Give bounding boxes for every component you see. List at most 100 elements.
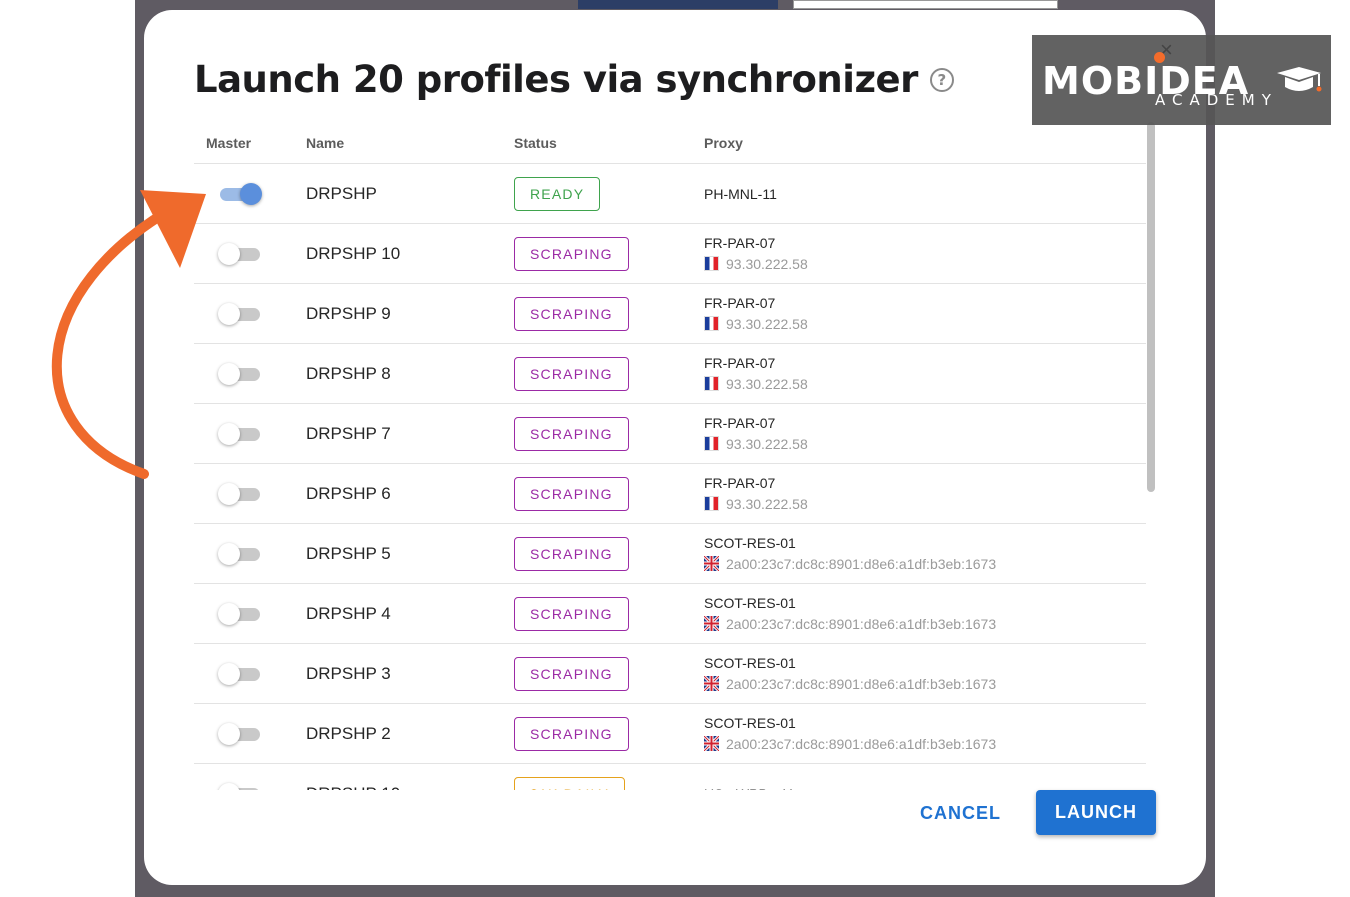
table-row[interactable]: DRPSHP 8 SCRAPING FR-PAR-07 93.30.222.58 bbox=[194, 344, 1146, 404]
proxy-cell: PH-MNL-11 bbox=[704, 185, 1146, 203]
dialog-title: Launch 20 profiles via synchronizer bbox=[194, 58, 918, 101]
status-cell: SCRAPING bbox=[514, 476, 704, 511]
master-cell bbox=[194, 602, 306, 625]
proxy-ip: 2a00:23c7:dc8c:8901:d8e6:a1df:b3eb:1673 bbox=[704, 614, 1146, 634]
status-cell: $1K DAILY bbox=[514, 776, 704, 790]
master-toggle[interactable] bbox=[218, 602, 260, 625]
proxy-name: SCOT-RES-01 bbox=[704, 654, 796, 671]
status-cell: READY bbox=[514, 176, 704, 211]
france-flag-icon bbox=[704, 436, 719, 451]
proxy-name: SCOT-RES-01 bbox=[704, 714, 796, 731]
toggle-knob bbox=[218, 542, 240, 565]
table-body: DRPSHP READY PH-MNL-11 DRPSHP 10 SCRAPIN… bbox=[194, 164, 1146, 790]
launch-dialog: Launch 20 profiles via synchronizer ? Ma… bbox=[144, 10, 1206, 885]
table-header: Master Name Status Proxy bbox=[194, 122, 1146, 164]
status-cell: SCRAPING bbox=[514, 536, 704, 571]
question-circle-icon[interactable]: ? bbox=[929, 67, 954, 92]
france-flag-icon bbox=[704, 316, 719, 331]
status-cell: SCRAPING bbox=[514, 596, 704, 631]
table-row[interactable]: DRPSHP 4 SCRAPING SCOT-RES-01 2a00:23c7:… bbox=[194, 584, 1146, 644]
status-badge: SCRAPING bbox=[514, 236, 629, 271]
profile-name: DRPSHP bbox=[306, 183, 377, 203]
table-row[interactable]: DRPSHP 5 SCRAPING SCOT-RES-01 2a00:23c7:… bbox=[194, 524, 1146, 584]
dialog-actions: CANCEL LAUNCH bbox=[144, 790, 1206, 836]
proxy-cell: FR-PAR-07 93.30.222.58 bbox=[704, 234, 1146, 274]
uk-flag-icon bbox=[704, 676, 719, 691]
master-toggle[interactable] bbox=[218, 662, 260, 685]
proxy-cell: FR-PAR-07 93.30.222.58 bbox=[704, 474, 1146, 514]
proxy-ip-text: 93.30.222.58 bbox=[726, 375, 808, 392]
toggle-knob bbox=[218, 782, 240, 790]
profiles-table: Master Name Status Proxy DRPSHP READY PH… bbox=[194, 122, 1146, 790]
master-toggle[interactable] bbox=[218, 722, 260, 745]
table-row[interactable]: DRPSHP 6 SCRAPING FR-PAR-07 93.30.222.58 bbox=[194, 464, 1146, 524]
profile-name: DRPSHP 4 bbox=[306, 603, 391, 623]
table-row[interactable]: DRPSHP 10 $1K DAILY US - WPB - 11 bbox=[194, 764, 1146, 790]
status-cell: SCRAPING bbox=[514, 416, 704, 451]
proxy-ip-text: 93.30.222.58 bbox=[726, 315, 808, 332]
master-toggle[interactable] bbox=[218, 542, 260, 565]
status-cell: SCRAPING bbox=[514, 296, 704, 331]
master-toggle[interactable] bbox=[218, 782, 260, 790]
proxy-ip-text: 2a00:23c7:dc8c:8901:d8e6:a1df:b3eb:1673 bbox=[726, 615, 997, 632]
uk-flag-icon bbox=[704, 736, 719, 751]
profile-name: DRPSHP 2 bbox=[306, 723, 391, 743]
proxy-cell: SCOT-RES-01 2a00:23c7:dc8c:8901:d8e6:a1d… bbox=[704, 594, 1146, 634]
status-cell: SCRAPING bbox=[514, 716, 704, 751]
status-badge: SCRAPING bbox=[514, 716, 629, 751]
launch-button[interactable]: LAUNCH bbox=[1036, 790, 1156, 835]
france-flag-icon bbox=[704, 376, 719, 391]
table-row[interactable]: DRPSHP 3 SCRAPING SCOT-RES-01 2a00:23c7:… bbox=[194, 644, 1146, 704]
profile-name: DRPSHP 6 bbox=[306, 483, 391, 503]
status-badge: SCRAPING bbox=[514, 596, 629, 631]
graduation-cap-icon bbox=[1277, 67, 1322, 92]
france-flag-icon bbox=[704, 256, 719, 271]
header-master: Master bbox=[206, 134, 252, 151]
status-badge: SCRAPING bbox=[514, 536, 629, 571]
proxy-name: SCOT-RES-01 bbox=[704, 594, 796, 611]
background-input bbox=[793, 0, 1058, 9]
toggle-knob bbox=[240, 182, 262, 205]
uk-flag-icon bbox=[704, 616, 719, 631]
table-row[interactable]: DRPSHP 10 SCRAPING FR-PAR-07 93.30.222.5… bbox=[194, 224, 1146, 284]
table-row[interactable]: DRPSHP READY PH-MNL-11 bbox=[194, 164, 1146, 224]
table-row[interactable]: DRPSHP 7 SCRAPING FR-PAR-07 93.30.222.58 bbox=[194, 404, 1146, 464]
profile-name: DRPSHP 5 bbox=[306, 543, 391, 563]
status-badge: SCRAPING bbox=[514, 416, 629, 451]
proxy-ip: 93.30.222.58 bbox=[704, 314, 1146, 334]
proxy-name: PH-MNL-11 bbox=[704, 185, 777, 202]
proxy-name: SCOT-RES-01 bbox=[704, 534, 796, 551]
proxy-ip-text: 2a00:23c7:dc8c:8901:d8e6:a1df:b3eb:1673 bbox=[726, 735, 997, 752]
proxy-ip: 2a00:23c7:dc8c:8901:d8e6:a1df:b3eb:1673 bbox=[704, 674, 1146, 694]
profile-name: DRPSHP 7 bbox=[306, 423, 391, 443]
profile-name: DRPSHP 8 bbox=[306, 363, 391, 383]
proxy-ip: 93.30.222.58 bbox=[704, 374, 1146, 394]
proxy-ip: 93.30.222.58 bbox=[704, 494, 1146, 514]
proxy-name: FR-PAR-07 bbox=[704, 234, 776, 251]
cancel-button[interactable]: CANCEL bbox=[920, 798, 1001, 828]
proxy-name: FR-PAR-07 bbox=[704, 294, 776, 311]
toggle-knob bbox=[218, 722, 240, 745]
proxy-ip-text: 93.30.222.58 bbox=[726, 255, 808, 272]
proxy-ip-text: 93.30.222.58 bbox=[726, 435, 808, 452]
header-name: Name bbox=[306, 134, 345, 151]
proxy-ip: 2a00:23c7:dc8c:8901:d8e6:a1df:b3eb:1673 bbox=[704, 554, 1146, 574]
watermark-logo: × MOBIDEA ACADEMY bbox=[1032, 35, 1331, 125]
proxy-name: FR-PAR-07 bbox=[704, 474, 776, 491]
master-cell bbox=[194, 662, 306, 685]
status-badge: SCRAPING bbox=[514, 296, 629, 331]
proxy-ip-text: 2a00:23c7:dc8c:8901:d8e6:a1df:b3eb:1673 bbox=[726, 555, 997, 572]
table-scrollbar[interactable] bbox=[1147, 122, 1155, 492]
table-row[interactable]: DRPSHP 2 SCRAPING SCOT-RES-01 2a00:23c7:… bbox=[194, 704, 1146, 764]
profile-name: DRPSHP 10 bbox=[306, 243, 401, 263]
status-badge: SCRAPING bbox=[514, 356, 629, 391]
proxy-ip-text: 2a00:23c7:dc8c:8901:d8e6:a1df:b3eb:1673 bbox=[726, 675, 997, 692]
master-cell bbox=[194, 722, 306, 745]
table-row[interactable]: DRPSHP 9 SCRAPING FR-PAR-07 93.30.222.58 bbox=[194, 284, 1146, 344]
master-cell bbox=[194, 782, 306, 790]
header-proxy: Proxy bbox=[704, 134, 743, 151]
proxy-name: FR-PAR-07 bbox=[704, 414, 776, 431]
proxy-ip: 2a00:23c7:dc8c:8901:d8e6:a1df:b3eb:1673 bbox=[704, 734, 1146, 754]
proxy-cell: SCOT-RES-01 2a00:23c7:dc8c:8901:d8e6:a1d… bbox=[704, 534, 1146, 574]
status-badge: $1K DAILY bbox=[514, 776, 626, 790]
